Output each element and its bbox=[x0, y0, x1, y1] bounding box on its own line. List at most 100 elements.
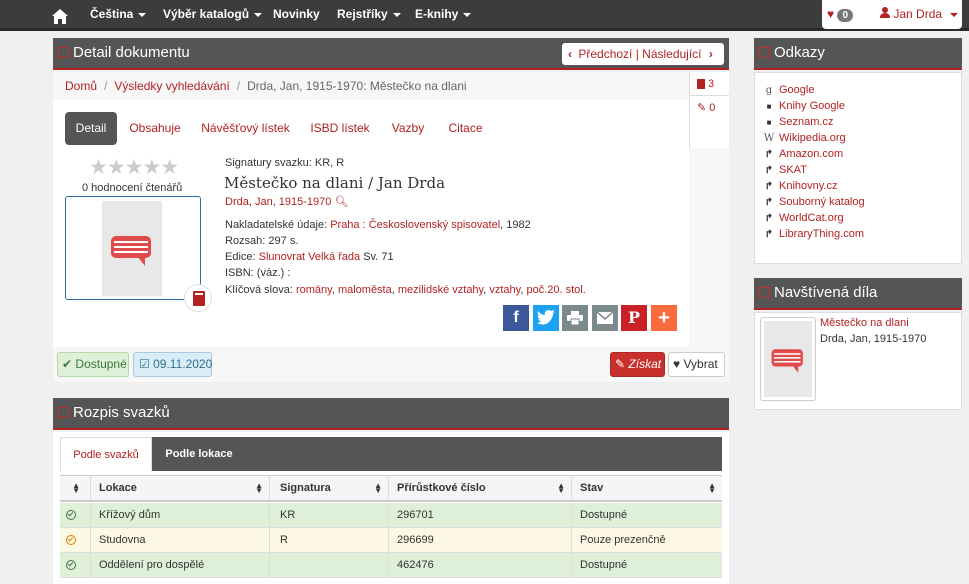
count-value: 0 bbox=[709, 102, 716, 114]
keywords-label: Klíčová slova: bbox=[225, 284, 293, 296]
link-label[interactable]: Google bbox=[779, 84, 814, 96]
user-menu[interactable]: Jan Drda bbox=[880, 7, 959, 21]
volumes-panel-header: Rozpis svazků bbox=[53, 398, 729, 430]
cell-signature: R bbox=[273, 528, 389, 552]
top-navbar: Čeština Výběr katalogů Novinky Rejstříky… bbox=[0, 0, 969, 31]
favorites-count: 0 bbox=[837, 9, 854, 22]
link-item[interactable]: ↱ Knihovny.cz bbox=[762, 180, 865, 196]
tab-by-location[interactable]: Podle lokace bbox=[156, 437, 242, 471]
menu-catalogs[interactable]: Výběr katalogů bbox=[163, 0, 263, 31]
get-button[interactable]: ✎ Získat bbox=[610, 352, 665, 377]
signatures-text: Signatury svazku: KR, R bbox=[225, 157, 345, 169]
link-item[interactable]: W Wikipedia.org bbox=[762, 132, 865, 148]
link-label[interactable]: LibraryThing.com bbox=[779, 228, 864, 240]
visited-author: Drda, Jan, 1915-1970 bbox=[820, 333, 927, 345]
column-label: Signatura bbox=[280, 482, 331, 494]
column-header-status[interactable]: Stav ▲ ▼ bbox=[573, 476, 722, 501]
link-label[interactable]: Knihovny.cz bbox=[779, 180, 838, 192]
pinterest-share-icon[interactable]: P bbox=[621, 305, 647, 331]
visited-cover[interactable] bbox=[760, 317, 816, 401]
links-list: g Google ■ Knihy Google ■ Seznam.cz W Wikipedia… bbox=[762, 84, 865, 244]
column-header-location[interactable]: Lokace ▲ ▼ bbox=[92, 476, 270, 501]
pager-button[interactable]: ‹ Předchozí | Následující › bbox=[562, 43, 724, 65]
breadcrumb-current: Drda, Jan, 1915-1970: Městečko na dlani bbox=[247, 79, 467, 93]
link-item[interactable]: ■ Seznam.cz bbox=[762, 116, 865, 132]
pick-button[interactable]: ♥ Vybrat bbox=[668, 352, 725, 377]
share-arrow-icon: ↱ bbox=[764, 197, 774, 208]
search-icon[interactable]: 🔍︎ bbox=[334, 196, 348, 208]
table-row[interactable]: Křížový dům KR 296701 Dostupné bbox=[60, 503, 722, 528]
side-counters: 3 ✎ 0 bbox=[689, 72, 729, 148]
column-header-signature[interactable]: Signatura ▲ ▼ bbox=[273, 476, 389, 501]
link-label[interactable]: Seznam.cz bbox=[779, 116, 833, 128]
comments-count[interactable]: ✎ 0 bbox=[690, 96, 729, 120]
table-row[interactable]: Oddělení pro dospělé 462476 Dostupné bbox=[60, 553, 722, 578]
keyword-link[interactable]: romány bbox=[296, 284, 332, 296]
menu-news[interactable]: Novinky bbox=[273, 0, 320, 31]
link-item[interactable]: ↱ WorldCat.org bbox=[762, 212, 865, 228]
book-placeholder-icon bbox=[111, 236, 151, 266]
keyword-link[interactable]: vztahy bbox=[489, 284, 520, 296]
book-icon: ■ bbox=[766, 118, 772, 127]
link-item[interactable]: g Google bbox=[762, 84, 865, 100]
chevron-left-icon: ‹ bbox=[568, 47, 572, 61]
email-share-icon[interactable] bbox=[592, 305, 618, 331]
breadcrumb-results[interactable]: Výsledky vyhledávání bbox=[114, 79, 229, 93]
series-link[interactable]: Slunovrat Velká řada bbox=[259, 251, 361, 263]
facebook-share-icon[interactable]: f bbox=[503, 305, 529, 331]
link-label[interactable]: WorldCat.org bbox=[779, 212, 844, 224]
link-label[interactable]: Wikipedia.org bbox=[779, 132, 846, 144]
more-share-icon[interactable]: + bbox=[651, 305, 677, 331]
pencil-icon: ✎ bbox=[697, 102, 707, 114]
visited-title-link[interactable]: Městečko na dlani bbox=[820, 317, 909, 329]
author-link[interactable]: Drda, Jan, 1915-1970 bbox=[225, 196, 331, 208]
keyword-link[interactable]: mezilidské vztahy bbox=[398, 284, 483, 296]
panel-icon bbox=[58, 407, 69, 418]
menu-ebooks[interactable]: E-knihy bbox=[415, 0, 472, 31]
tab-links[interactable]: Vazby bbox=[388, 112, 428, 145]
home-icon[interactable] bbox=[52, 6, 68, 24]
panel-icon bbox=[759, 287, 770, 298]
table-row[interactable]: Studovna R 296699 Pouze prezenčně bbox=[60, 528, 722, 553]
caret-down-icon bbox=[254, 12, 263, 17]
link-label[interactable]: SKAT bbox=[779, 164, 807, 176]
tab-detail[interactable]: Detail bbox=[65, 112, 117, 145]
menu-indexes[interactable]: Rejstříky bbox=[337, 0, 401, 31]
status-icon-cell bbox=[60, 503, 91, 527]
link-label[interactable]: Amazon.com bbox=[779, 148, 843, 160]
tab-catalog-card[interactable]: Návěšťový lístek bbox=[198, 112, 293, 145]
menu-label: Rejstříky bbox=[337, 7, 388, 21]
menu-language[interactable]: Čeština bbox=[90, 0, 147, 31]
tab-contains[interactable]: Obsahuje bbox=[124, 112, 186, 145]
reserve-count[interactable]: 3 bbox=[690, 72, 729, 96]
table-header: ▲ ▼ Lokace ▲ ▼ Signatura ▲ ▼ Přírůstkové čísl… bbox=[60, 475, 722, 502]
tab-label: Návěšťový lístek bbox=[201, 121, 290, 135]
twitter-share-icon[interactable] bbox=[533, 305, 559, 331]
tab-isbd[interactable]: ISBD lístek bbox=[305, 112, 375, 145]
link-item[interactable]: ↱ SKAT bbox=[762, 164, 865, 180]
keywords-row: Klíčová slova: romány, maloměsta, mezili… bbox=[225, 284, 586, 296]
column-header-number[interactable]: Přírůstkové číslo ▲ ▼ bbox=[390, 476, 572, 501]
rating-stars[interactable]: ★★★★★ bbox=[89, 155, 179, 180]
breadcrumb-home[interactable]: Domů bbox=[65, 79, 97, 93]
sort-icon: ▲ ▼ bbox=[708, 481, 716, 495]
favorites-button[interactable]: ♥ 0 bbox=[827, 7, 854, 22]
cell-status: Dostupné bbox=[580, 559, 628, 571]
column-header-icon[interactable]: ▲ ▼ bbox=[60, 476, 91, 501]
cover-frame[interactable] bbox=[65, 196, 201, 300]
tab-citation[interactable]: Citace bbox=[443, 112, 488, 145]
link-label[interactable]: Souborný katalog bbox=[779, 196, 865, 208]
link-item[interactable]: ↱ Souborný katalog bbox=[762, 196, 865, 212]
keyword-link[interactable]: maloměsta bbox=[338, 284, 392, 296]
tab-by-volumes[interactable]: Podle svazků bbox=[60, 437, 152, 471]
link-item[interactable]: ↱ Amazon.com bbox=[762, 148, 865, 164]
publisher-link[interactable]: Praha : Československý spisovatel bbox=[330, 219, 500, 231]
link-item[interactable]: ■ Knihy Google bbox=[762, 100, 865, 116]
link-label[interactable]: Knihy Google bbox=[779, 100, 845, 112]
status-check-icon bbox=[66, 560, 76, 570]
print-icon[interactable] bbox=[562, 305, 588, 331]
date-badge: ☑ 09.11.2020 bbox=[133, 352, 212, 377]
keyword-link[interactable]: poč.20. stol. bbox=[526, 284, 585, 296]
user-box: ♥ 0 Jan Drda bbox=[822, 0, 962, 29]
link-item[interactable]: ↱ LibraryThing.com bbox=[762, 228, 865, 244]
